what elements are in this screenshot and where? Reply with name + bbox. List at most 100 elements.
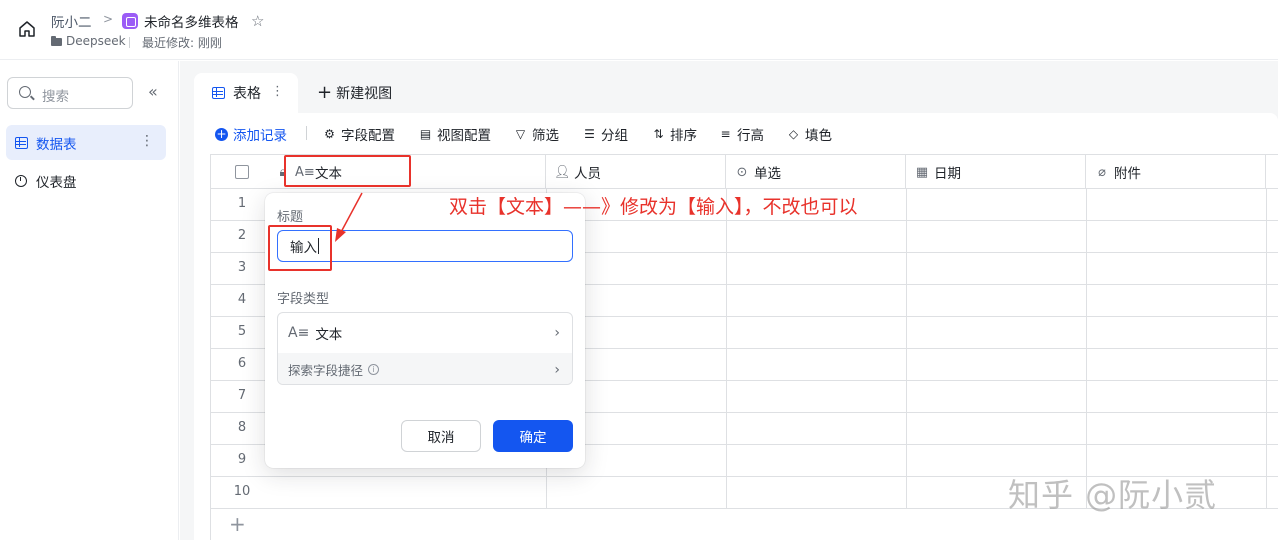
home-icon[interactable] — [17, 19, 37, 39]
breadcrumb-user[interactable]: 阮小二 — [51, 11, 92, 31]
fill-color-button[interactable]: ◇ 填色 — [786, 124, 832, 144]
top-bar: 阮小二 > 未命名多维表格 ☆ Deepseek 最近修改: 刚刚 — [0, 0, 1278, 60]
plus-circle-icon: + — [215, 126, 228, 141]
row-number: 7 — [237, 388, 247, 403]
row-number: 4 — [237, 292, 247, 307]
annotation-box-header — [284, 155, 411, 187]
fill-color-label: 填色 — [805, 128, 832, 144]
column-header-date[interactable]: ▦ 日期 — [906, 155, 1086, 189]
calendar-icon: ▦ — [915, 164, 929, 180]
field-type-box: A≡ 文本 › 探索字段捷径 i › — [277, 312, 573, 385]
search-icon — [19, 86, 31, 98]
column-header-single-select[interactable]: ⊙ 单选 — [726, 155, 906, 189]
search-input[interactable]: 搜索 — [7, 77, 133, 109]
sidebar: 搜索 « 数据表 ⋮ 仪表盘 — [0, 61, 179, 540]
group-button[interactable]: ☰ 分组 — [582, 124, 628, 144]
table-icon — [15, 136, 28, 149]
view-tabs: 表格 ⋮ + 新建视图 — [180, 61, 1278, 113]
add-row-plus-icon[interactable]: + — [229, 512, 246, 536]
paperclip-icon: ⌀ — [1098, 164, 1106, 180]
view-config-label: 视图配置 — [437, 128, 491, 144]
title-label: 标题 — [277, 210, 304, 225]
single-select-icon: ⊙ — [736, 164, 748, 180]
watermark: 知乎 @阮小贰 — [1008, 476, 1218, 514]
filter-label: 筛选 — [532, 128, 559, 144]
plus-icon: + — [317, 82, 333, 103]
more-icon[interactable]: ⋮ — [271, 84, 284, 99]
star-icon[interactable]: ☆ — [251, 12, 264, 30]
filter-button[interactable]: ▽ 筛选 — [513, 124, 559, 144]
explore-label: 探索字段捷径 — [288, 363, 364, 378]
sort-icon: ⇅ — [653, 127, 664, 141]
divider — [306, 126, 307, 140]
last-modified: 最近修改: 刚刚 — [142, 36, 222, 50]
field-type-label: 字段类型 — [277, 292, 330, 307]
add-record-button[interactable]: + 添加记录 — [215, 124, 287, 144]
confirm-button[interactable]: 确定 — [493, 420, 573, 452]
group-label: 分组 — [601, 128, 628, 144]
column-label: 附件 — [1114, 166, 1141, 182]
row-number: 10 — [233, 484, 251, 499]
search-placeholder: 搜索 — [42, 89, 69, 105]
text-field-icon: A≡ — [288, 325, 310, 341]
filter-icon: ▽ — [515, 127, 526, 141]
column-divider — [1266, 189, 1267, 509]
sidebar-item-dashboard[interactable]: 仪表盘 — [6, 163, 166, 198]
row-height-label: 行高 — [737, 128, 764, 144]
field-type-value: 文本 — [315, 327, 343, 343]
dashboard-icon — [15, 174, 27, 187]
column-label: 日期 — [934, 166, 961, 182]
annotation-arrow — [335, 192, 363, 242]
sidebar-item-label: 数据表 — [36, 136, 77, 153]
toolbar: + 添加记录 ⚙ 字段配置 ▤ 视图配置 ▽ 筛选 ☰ 分组 ⇅ 排序 ≡ 行高… — [194, 113, 1278, 153]
sidebar-item-datatable[interactable]: 数据表 ⋮ — [6, 125, 166, 160]
field-config-label: 字段配置 — [341, 128, 395, 144]
sidebar-item-label: 仪表盘 — [36, 174, 77, 191]
doc-title[interactable]: 未命名多维表格 — [144, 11, 239, 31]
new-view-button[interactable]: + 新建视图 — [317, 83, 392, 103]
row-number: 9 — [237, 452, 247, 467]
column-header-attachment[interactable]: ⌀ 附件 — [1086, 155, 1266, 189]
add-record-label: 添加记录 — [233, 128, 287, 144]
folder-icon — [51, 36, 62, 46]
sort-label: 排序 — [670, 128, 697, 144]
new-view-label: 新建视图 — [336, 86, 393, 102]
chevron-right-icon: > — [103, 12, 114, 26]
column-label: 人员 — [574, 166, 601, 182]
chevron-right-icon: › — [554, 325, 560, 341]
cancel-button[interactable]: 取消 — [401, 420, 481, 452]
chevron-right-icon: › — [554, 361, 560, 378]
person-icon: 👤︎ — [554, 164, 571, 180]
explore-field-shortcut[interactable]: 探索字段捷径 i › — [278, 353, 572, 384]
column-divider — [906, 189, 907, 509]
row-number: 2 — [237, 228, 247, 243]
info-icon[interactable]: i — [368, 364, 380, 375]
row-height-button[interactable]: ≡ 行高 — [718, 124, 764, 144]
paint-bucket-icon: ◇ — [788, 127, 799, 141]
field-type-select[interactable]: A≡ 文本 › — [278, 313, 572, 353]
row-number: 8 — [237, 420, 247, 435]
base-doc-icon — [122, 13, 138, 29]
collapse-sidebar-icon[interactable]: « — [148, 82, 158, 101]
column-divider — [1086, 189, 1087, 509]
annotation-box-input — [268, 225, 332, 271]
table-icon — [212, 87, 225, 99]
field-config-button[interactable]: ⚙ 字段配置 — [322, 124, 395, 144]
more-icon[interactable]: ⋮ — [140, 133, 154, 149]
view-config-button[interactable]: ▤ 视图配置 — [418, 124, 491, 144]
annotation-text: 双击【文本】——》修改为【输入】，不改也可以 — [449, 196, 858, 218]
column-header-person[interactable]: 👤︎ 人员 — [546, 155, 726, 189]
sort-button[interactable]: ⇅ 排序 — [651, 124, 697, 144]
tab-label: 表格 — [233, 86, 261, 102]
tab-grid-view[interactable]: 表格 ⋮ — [194, 73, 298, 113]
select-all-checkbox[interactable] — [235, 165, 249, 179]
view-config-icon: ▤ — [419, 127, 432, 141]
row-number: 1 — [237, 196, 247, 211]
row-number: 6 — [237, 356, 247, 371]
gear-icon: ⚙ — [324, 127, 335, 141]
column-label: 单选 — [754, 166, 781, 182]
folder-name[interactable]: Deepseek — [66, 34, 126, 48]
divider — [129, 37, 130, 48]
row-height-icon: ≡ — [720, 127, 731, 141]
group-icon: ☰ — [584, 127, 595, 141]
